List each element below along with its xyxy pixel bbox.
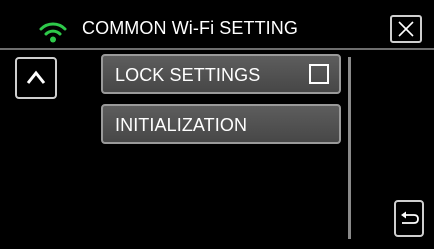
chevron-up-icon	[17, 59, 55, 97]
camera-settings-screen: COMMON Wi-Fi SETTING LOCK SETTINGS INITI…	[0, 0, 434, 249]
lock-settings-checkbox[interactable]	[309, 64, 329, 84]
page-title: COMMON Wi-Fi SETTING	[82, 18, 298, 38]
scrollbar[interactable]	[348, 57, 351, 239]
return-arrow-icon	[396, 202, 422, 235]
close-button[interactable]	[390, 15, 422, 43]
menu-item-lock-settings[interactable]: LOCK SETTINGS	[101, 54, 341, 94]
header-divider	[0, 48, 434, 50]
scroll-up-button[interactable]	[15, 57, 57, 99]
wifi-icon	[38, 20, 68, 44]
menu-item-initialization[interactable]: INITIALIZATION	[101, 104, 341, 144]
close-icon	[392, 17, 420, 41]
back-button[interactable]	[394, 200, 424, 237]
menu-item-label: INITIALIZATION	[115, 115, 248, 135]
menu-item-label: LOCK SETTINGS	[115, 65, 261, 85]
